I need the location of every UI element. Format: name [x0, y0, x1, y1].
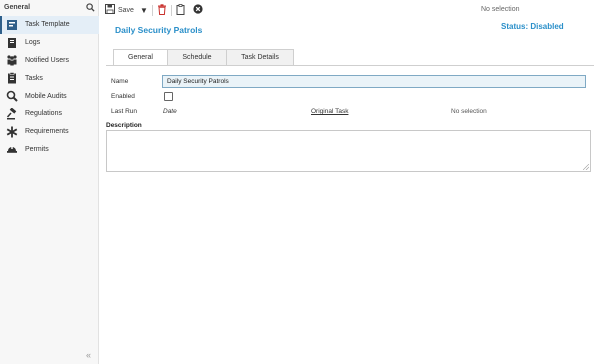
delete-button[interactable]: [157, 3, 167, 17]
trash-icon: [157, 3, 167, 17]
description-textarea[interactable]: [106, 130, 591, 172]
sidebar-item-label: Permits: [25, 145, 49, 153]
sidebar-header: General: [4, 4, 31, 11]
sidebar-item-permits[interactable]: Permits: [0, 141, 99, 159]
sidebar-item-logs[interactable]: Logs: [0, 34, 99, 52]
tasks-icon: [5, 72, 18, 85]
resize-handle-icon[interactable]: [582, 163, 590, 171]
sidebar-item-regulations[interactable]: Regulations: [0, 105, 99, 123]
copy-button[interactable]: [176, 3, 186, 17]
sidebar-item-label: Logs: [25, 39, 41, 47]
asterisk-icon: [5, 125, 18, 138]
sidebar-item-label: Tasks: [25, 74, 43, 82]
sidebar-item-mobile-audits[interactable]: Mobile Audits: [0, 87, 99, 105]
original-task-link[interactable]: Original Task: [311, 108, 348, 115]
save-label: Save: [118, 6, 134, 14]
gavel-icon: [5, 107, 18, 120]
logs-icon: [5, 36, 18, 49]
toolbar-divider: [170, 4, 172, 16]
sidebar-item-label: Regulations: [25, 110, 62, 118]
task-template-icon: [5, 18, 18, 31]
sidebar-item-requirements[interactable]: Requirements: [0, 123, 99, 141]
last-run-value: Date: [163, 108, 177, 115]
original-task-value: No selection: [451, 108, 487, 115]
sidebar-item-label: Requirements: [25, 128, 69, 136]
tab-task-details[interactable]: Task Details: [226, 49, 294, 66]
mobile-audit-icon: [5, 90, 18, 103]
page-title: Daily Security Patrols: [115, 25, 203, 35]
description-label: Description: [106, 122, 142, 129]
close-circle-icon: [193, 4, 203, 16]
enabled-checkbox[interactable]: [164, 92, 173, 101]
enabled-label: Enabled: [111, 93, 135, 100]
sidebar-item-notified-users[interactable]: Notified Users: [0, 52, 99, 70]
selection-status: No selection: [481, 6, 520, 13]
toolbar: Save ▼: [105, 3, 203, 17]
users-icon: [5, 54, 18, 67]
name-value: Daily Security Patrols: [167, 78, 229, 85]
sidebar-item-label: Mobile Audits: [25, 92, 67, 100]
sidebar-item-tasks[interactable]: Tasks: [0, 69, 99, 87]
sidebar-nav: Task Template Logs Notified Users Tasks …: [0, 16, 99, 158]
save-dropdown-chevron-down-icon[interactable]: ▼: [140, 6, 148, 15]
toolbar-divider: [151, 4, 153, 16]
clipboard-icon: [176, 3, 186, 17]
sidebar: General Task Template Logs Notified User…: [0, 0, 99, 364]
sidebar-item-label: Task Template: [25, 21, 70, 29]
hard-hat-icon: [5, 143, 18, 156]
sidebar-item-task-template[interactable]: Task Template: [0, 16, 99, 34]
collapse-sidebar-icon[interactable]: «: [86, 350, 91, 360]
search-icon[interactable]: [86, 3, 96, 13]
status-badge: Status: Disabled: [501, 22, 564, 31]
save-button[interactable]: Save: [105, 3, 134, 17]
name-field[interactable]: Daily Security Patrols: [162, 75, 586, 88]
last-run-label: Last Run: [111, 108, 138, 115]
tab-general[interactable]: General: [113, 49, 168, 66]
cancel-button[interactable]: [193, 3, 203, 17]
sidebar-item-label: Notified Users: [25, 56, 69, 64]
floppy-disk-icon: [105, 4, 115, 16]
tab-divider: [106, 65, 594, 66]
name-label: Name: [111, 78, 129, 85]
tab-bar: General Schedule Task Details: [113, 49, 294, 66]
tab-schedule[interactable]: Schedule: [167, 49, 227, 66]
